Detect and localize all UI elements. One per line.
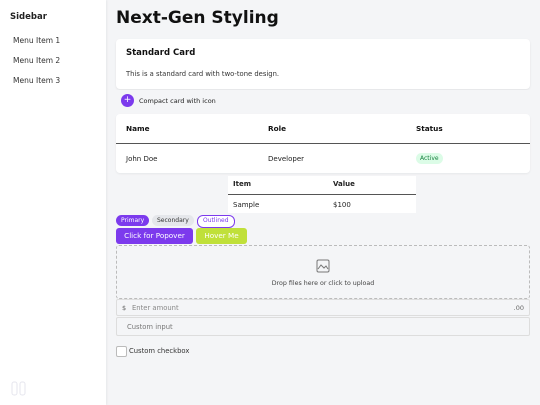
column-header-role[interactable]: Role	[268, 124, 286, 133]
table-cell-value: $100	[333, 201, 351, 209]
compact-card-text: Compact card with icon	[139, 97, 216, 105]
column-header-name[interactable]: Name	[126, 124, 150, 133]
sidebar-item-menu-3[interactable]: Menu Item 3	[13, 76, 60, 85]
sidebar-item-menu-2[interactable]: Menu Item 2	[13, 56, 60, 65]
custom-checkbox[interactable]	[116, 346, 127, 357]
amount-field[interactable]: $ Enter amount .00	[116, 299, 530, 316]
amount-input[interactable]: Enter amount	[132, 304, 179, 312]
table-header-divider	[228, 194, 416, 195]
sidebar: Sidebar Menu Item 1 Menu Item 2 Menu Ite…	[0, 0, 106, 405]
popover-button[interactable]: Click for Popover	[116, 228, 193, 244]
dropzone-text: Drop files here or click to upload	[271, 280, 375, 287]
custom-input-placeholder: Custom input	[127, 323, 173, 331]
plus-icon[interactable]: +	[121, 94, 134, 107]
column-header-status[interactable]: Status	[416, 124, 443, 133]
file-dropzone[interactable]: Drop files here or click to upload	[116, 245, 530, 299]
sidebar-item-menu-1[interactable]: Menu Item 1	[13, 36, 60, 45]
column-header-item[interactable]: Item	[233, 180, 251, 188]
standard-card: Standard Card This is a standard card wi…	[116, 39, 530, 89]
compact-card: + Compact card with icon	[116, 90, 530, 112]
standard-card-title: Standard Card	[126, 48, 196, 58]
image-icon	[316, 259, 330, 273]
decimal-suffix: .00	[513, 304, 524, 312]
table-cell-name: John Doe	[126, 155, 158, 163]
page-title: Next-Gen Styling	[116, 8, 279, 28]
primary-pill[interactable]: Primary	[116, 215, 150, 226]
table-header-divider	[116, 143, 530, 144]
custom-checkbox-label[interactable]: Custom checkbox	[129, 347, 189, 355]
standard-card-text: This is a standard card with two-tone de…	[126, 70, 280, 78]
hover-button[interactable]: Hover Me	[196, 228, 247, 244]
currency-prefix: $	[122, 304, 127, 312]
secondary-pill[interactable]: Secondary	[152, 215, 194, 226]
custom-input[interactable]: Custom input	[116, 317, 530, 336]
outlined-pill[interactable]: Outlined	[197, 215, 235, 228]
table-cell-item: Sample	[233, 201, 260, 209]
sidebar-title: Sidebar	[10, 12, 47, 22]
column-header-value[interactable]: Value	[333, 180, 355, 188]
status-badge: Active	[416, 153, 443, 164]
users-table: Name Role Status John Doe Developer Acti…	[116, 114, 530, 173]
items-table: Item Value Sample $100	[228, 176, 416, 213]
app-logo-icon	[11, 381, 26, 396]
table-cell-role: Developer	[268, 155, 305, 163]
